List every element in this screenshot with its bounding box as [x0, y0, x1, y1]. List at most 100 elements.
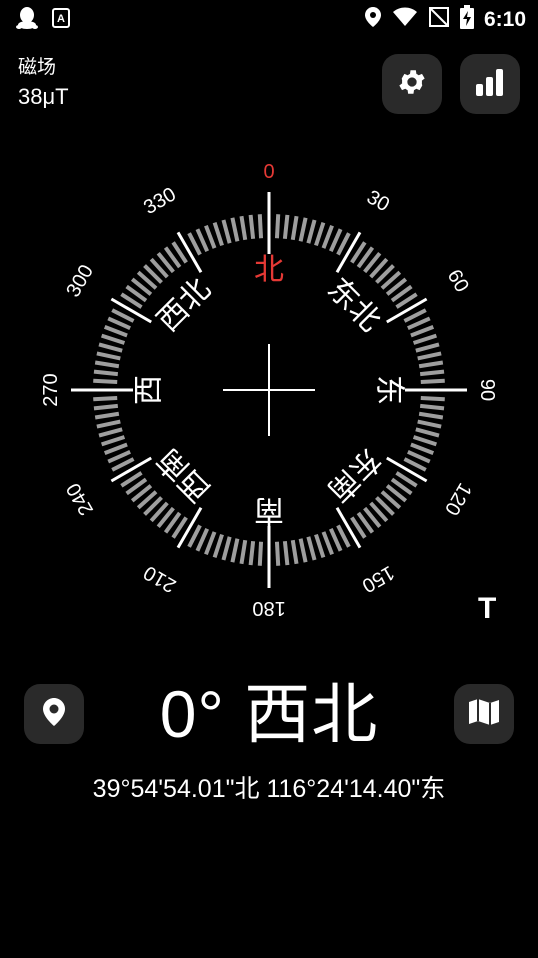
minor-tick — [417, 351, 442, 361]
minor-tick — [306, 219, 317, 244]
minor-tick — [420, 395, 445, 402]
minor-tick — [328, 528, 343, 552]
svg-text:A: A — [57, 13, 65, 25]
direction-label: 南 — [254, 493, 284, 528]
minor-tick — [321, 531, 334, 556]
minor-tick — [93, 395, 118, 402]
minor-tick — [204, 531, 217, 556]
heading-readout: 0° 西北 — [159, 677, 379, 751]
minor-tick — [103, 442, 128, 455]
qq-icon — [16, 6, 38, 35]
minor-tick — [290, 215, 299, 241]
stats-button[interactable] — [460, 54, 520, 114]
minor-tick — [100, 333, 126, 345]
signal-off-icon — [428, 6, 450, 33]
location-icon — [364, 6, 382, 33]
minor-tick — [257, 214, 264, 239]
minor-tick — [419, 369, 445, 377]
minor-tick — [290, 539, 299, 565]
minor-tick — [412, 333, 438, 345]
direction-label: 东 — [372, 375, 407, 405]
minor-tick — [103, 325, 128, 338]
minor-tick — [107, 316, 131, 331]
direction-label: 北 — [254, 253, 284, 288]
magnetic-field-panel: 磁场 38μT — [18, 56, 69, 112]
degree-label: 30 — [363, 186, 393, 216]
minor-tick — [248, 214, 256, 240]
minor-tick — [111, 308, 135, 323]
minor-tick — [274, 541, 281, 566]
location-pin-icon — [42, 697, 66, 732]
degree-label: 210 — [140, 561, 180, 597]
minor-tick — [407, 316, 431, 331]
minor-tick — [248, 540, 256, 566]
minor-tick — [298, 538, 308, 563]
gear-icon — [396, 66, 428, 103]
minor-tick — [94, 360, 120, 369]
minor-tick — [239, 215, 248, 241]
minor-tick — [410, 325, 435, 338]
minor-tick — [96, 419, 121, 429]
magnetic-field-value: 38μT — [18, 84, 69, 109]
minor-tick — [418, 411, 444, 420]
minor-tick — [107, 449, 131, 464]
minor-tick — [111, 457, 135, 472]
minor-tick — [93, 369, 119, 377]
minor-tick — [187, 524, 202, 548]
gps-coordinates: 39°54'54.01"北 116°24'14.40"东 — [92, 775, 446, 803]
minor-tick — [417, 419, 442, 429]
location-button[interactable] — [24, 684, 84, 744]
map-button[interactable] — [454, 684, 514, 744]
degree-label: 120 — [440, 479, 476, 519]
minor-tick — [239, 539, 248, 565]
direction-label: 西 — [132, 375, 167, 405]
true-north-indicator[interactable]: T — [478, 592, 496, 626]
map-icon — [468, 698, 500, 731]
bar-chart-icon — [475, 68, 505, 101]
minor-tick — [98, 427, 123, 438]
minor-tick — [306, 536, 317, 561]
minor-tick — [336, 524, 351, 548]
minor-tick — [257, 541, 264, 566]
status-bar: A 6:10 — [0, 0, 538, 36]
minor-tick — [100, 435, 126, 447]
a-badge-icon: A — [52, 8, 70, 33]
minor-tick — [415, 427, 440, 438]
minor-tick — [221, 219, 232, 244]
minor-tick — [195, 528, 210, 552]
battery-charging-icon — [459, 5, 474, 34]
degree-label: 60 — [443, 266, 473, 296]
minor-tick — [403, 308, 427, 323]
minor-tick — [230, 538, 240, 563]
compass-dial[interactable]: 0306090120150180210240270300330 北东北东东南南西… — [0, 150, 538, 630]
minor-tick — [187, 232, 202, 256]
minor-tick — [314, 533, 326, 559]
center-crosshair — [223, 344, 315, 436]
minor-tick — [212, 533, 224, 559]
minor-tick — [415, 342, 440, 353]
minor-tick — [407, 449, 431, 464]
minor-tick — [321, 224, 334, 249]
minor-tick — [94, 411, 120, 420]
minor-tick — [212, 221, 224, 247]
minor-tick — [328, 228, 343, 252]
minor-tick — [420, 378, 445, 385]
degree-label: 0 — [263, 161, 274, 183]
minor-tick — [230, 217, 240, 242]
degree-label: 300 — [62, 261, 98, 301]
minor-tick — [204, 224, 217, 249]
minor-tick — [221, 536, 232, 561]
minor-tick — [282, 214, 290, 240]
minor-tick — [412, 435, 438, 447]
settings-button[interactable] — [382, 54, 442, 114]
status-time: 6:10 — [483, 7, 526, 31]
minor-tick — [418, 360, 444, 369]
degree-label: 330 — [140, 183, 180, 219]
minor-tick — [403, 457, 427, 472]
degree-label: 90 — [476, 379, 498, 401]
degree-label: 240 — [62, 479, 98, 519]
minor-tick — [410, 442, 435, 455]
minor-tick — [98, 342, 123, 353]
degree-label: 150 — [358, 561, 398, 597]
minor-tick — [93, 403, 119, 411]
